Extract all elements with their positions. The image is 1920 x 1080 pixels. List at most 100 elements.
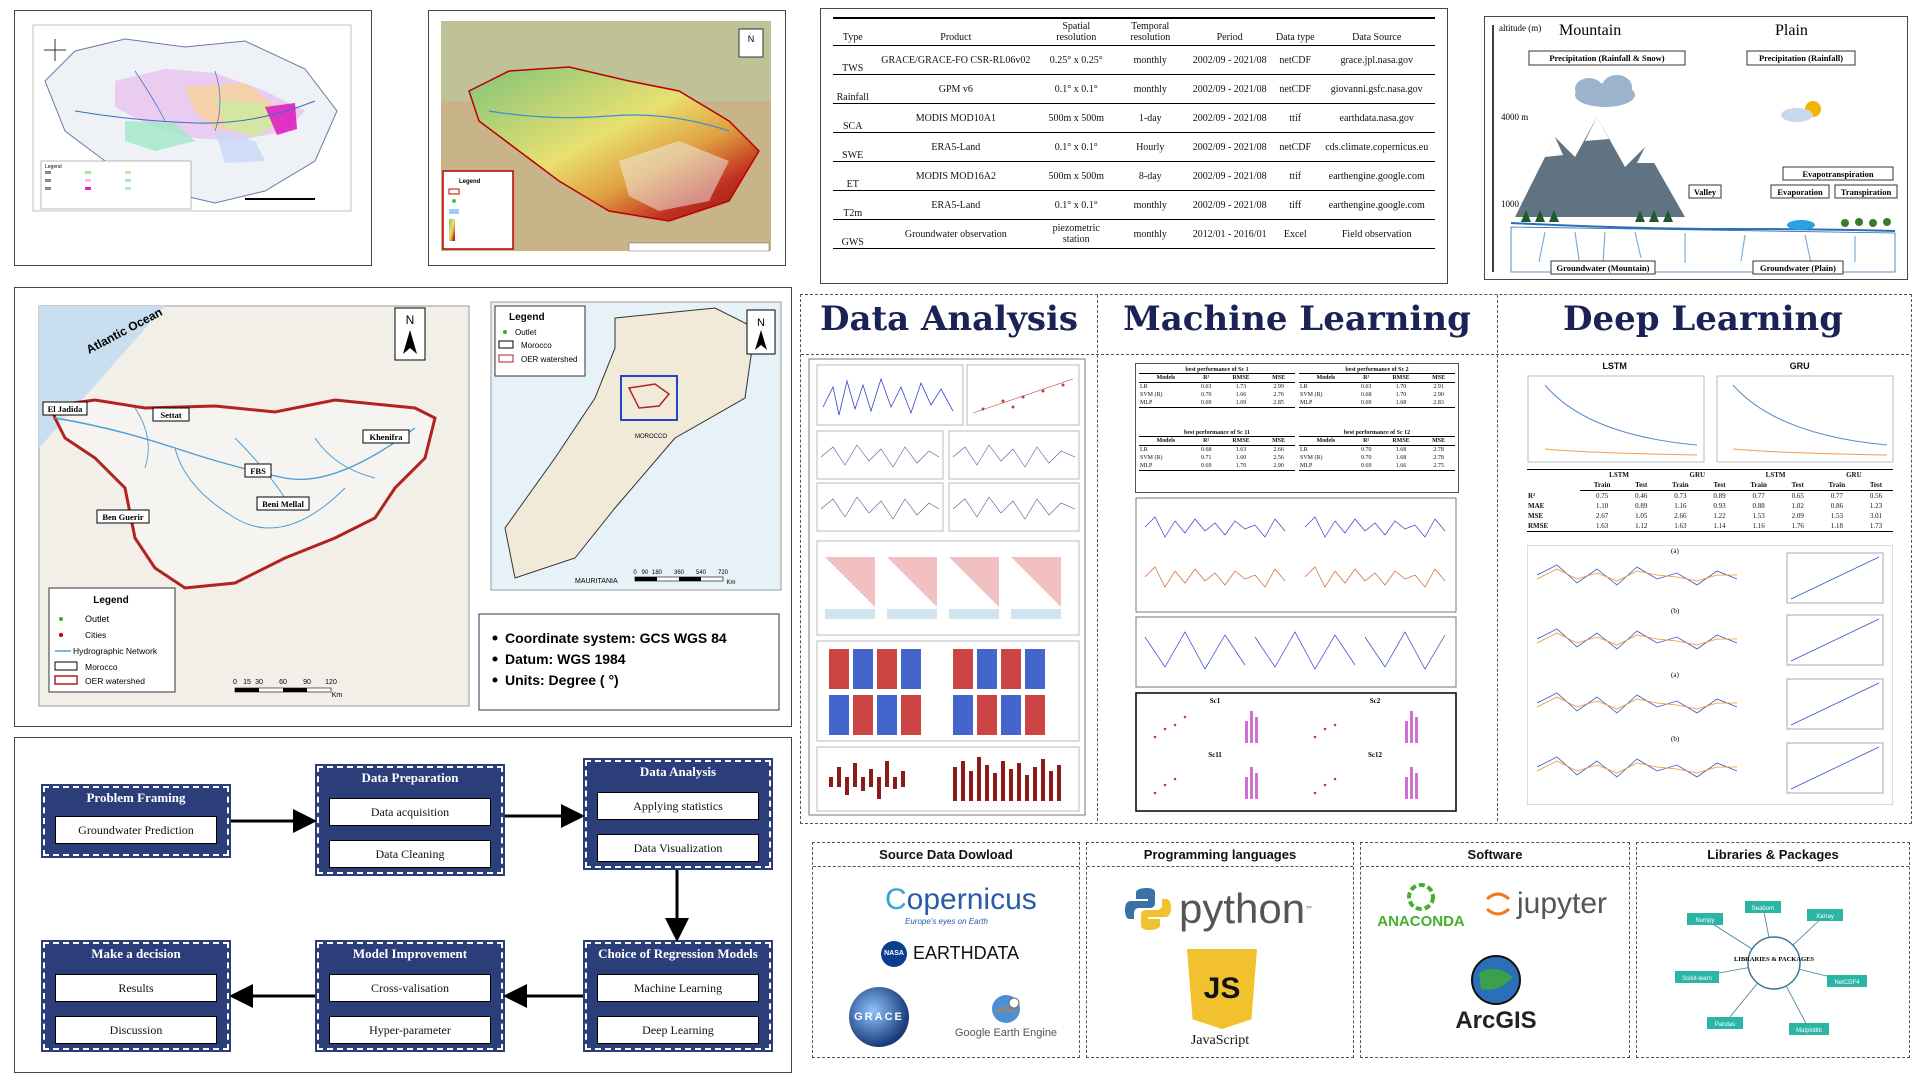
dl-lstm-label: LSTM [1602, 361, 1627, 371]
svg-text:30: 30 [255, 679, 263, 686]
table-cell: ttif [1272, 161, 1319, 191]
python-logo: python ™ [1125, 885, 1313, 933]
table-cell: netCDF [1272, 74, 1319, 104]
python-icon [1125, 888, 1171, 930]
sun-cloud-icon [1781, 101, 1821, 122]
mountain-icon [1515, 117, 1685, 217]
table-cell: 2012/01 - 2016/01 [1187, 219, 1273, 249]
lib-numpy: Numpy [1695, 918, 1714, 924]
ml-table-1: best performance of Sc 1 Models R² RMSE MSE L… [1139, 367, 1295, 426]
altitude-label: altitude (m) [1499, 23, 1541, 33]
col-type: Type [833, 17, 873, 46]
svg-text:(a): (a) [1671, 547, 1679, 555]
col-source: Data Source [1318, 17, 1435, 46]
dl-metrics-table: LSTM GRU LSTM GRU Train Test Train Test Train Tes… [1527, 469, 1893, 532]
basin-landuse-map: Legend [14, 10, 372, 266]
item-applying-statistics: Applying statistics [597, 792, 759, 820]
info-datum: Datum: WGS 1984 [505, 651, 626, 667]
col-spatial: Spatial resolution [1039, 17, 1114, 46]
table-row: SVM (R) 0.71 1.60 2.56 [1140, 455, 1284, 461]
table-row: SVM (R) 0.70 1.68 2.78 [1300, 455, 1444, 461]
table-row: MLP 0.69 1.66 2.75 [1300, 463, 1444, 469]
box-make-decision: Make a decision Results Discussion [43, 942, 229, 1050]
svg-text:Sc11: Sc11 [1208, 751, 1222, 759]
svg-text:Sc1: Sc1 [1210, 697, 1221, 705]
table-cell: 0.25° x 0.25° [1039, 45, 1114, 75]
svg-text:(b): (b) [1671, 607, 1680, 615]
table-row: MLP 0.69 1.69 2.85 [1140, 400, 1284, 406]
table-cell: 1-day [1113, 103, 1188, 133]
anaconda-icon [1407, 883, 1435, 911]
col-temporal: Temporal resolution [1113, 17, 1188, 46]
legend-hydro: Hydrographic Network [73, 646, 158, 656]
table-cell: ERA5-Land [872, 190, 1040, 220]
svg-text:Km: Km [727, 580, 736, 586]
table-row: LR 0.63 1.73 2.99 [1140, 384, 1284, 390]
svg-text:90: 90 [642, 570, 649, 576]
table-cell: 8-day [1113, 161, 1188, 191]
arcgis-logo: ArcGIS [1441, 953, 1551, 1035]
earth-engine-logo: Google Earth Engine [941, 991, 1071, 1039]
info-coordinate-system: Coordinate system: GCS WGS 84 [505, 630, 727, 646]
table-cell: 2002/09 - 2021/08 [1187, 74, 1273, 104]
precip-plain-label: Precipitation (Rainfall) [1759, 53, 1843, 63]
city-fbs: FBS [250, 466, 266, 476]
elevation-map: Legend N [428, 10, 786, 266]
lib-matplotlib: Matplotlib [1796, 1028, 1822, 1034]
table-cell: SWE [833, 132, 873, 162]
lib-xarray: Xarray [1816, 914, 1834, 920]
svg-text:720: 720 [718, 570, 729, 576]
table-cell: Field observation [1318, 219, 1435, 249]
svg-text:180: 180 [652, 570, 663, 576]
city-el-jadida: El Jadida [48, 404, 83, 414]
lib-scikit: Scikit-learn [1682, 976, 1712, 982]
table-cell: ttif [1272, 103, 1319, 133]
mountain-label: Mountain [1559, 22, 1621, 39]
table-row: SVM (R) 0.70 1.66 2.76 [1140, 392, 1284, 398]
legend-watershed: OER watershed [85, 676, 145, 686]
elevation-legend-title: Legend [459, 179, 481, 185]
inset-mauritania-label: MAURITANIA [575, 578, 618, 585]
legend-morocco: Morocco [85, 662, 118, 672]
evapotranspiration-label: Evapotranspiration [1802, 169, 1874, 179]
item-machine-learning: Machine Learning [597, 974, 759, 1002]
item-data-visualization: Data Visualization [597, 834, 759, 862]
tools-software: Software ANACONDA jupyter ArcGIS [1360, 842, 1630, 1058]
north-arrow-icon: N [406, 313, 415, 327]
svg-text:15: 15 [243, 679, 251, 686]
hydrology-diagram: altitude (m) Mountain Plain Precipitatio… [1484, 16, 1908, 280]
table-row: TWS GRACE/GRACE-FO CSR-RL06v02 0.25° x 0.2… [833, 45, 1435, 75]
earthdata-logo: EARTHDATA [913, 943, 1020, 963]
svg-text:120: 120 [325, 679, 337, 686]
dl-prediction-figures: (a) (b) (a) (b) [1527, 545, 1893, 805]
table-cell: earthengine.google.com [1318, 190, 1435, 220]
languages-title: Programming languages [1087, 847, 1353, 867]
grace-logo-icon: GRACE [849, 987, 909, 1047]
svg-text:60: 60 [279, 679, 287, 686]
info-units: Units: Degree ( °) [505, 672, 619, 688]
lib-pandas: Pandas [1715, 1022, 1735, 1028]
item-data-cleaning: Data Cleaning [329, 840, 491, 868]
table-cell: earthdata.nasa.gov [1318, 103, 1435, 133]
city-beni-mellal: Beni Mellal [262, 499, 304, 509]
table-row: MLP 0.69 1.70 2.90 [1140, 463, 1284, 469]
city-khenifra: Khenifra [369, 432, 403, 442]
legend-cities: Cities [85, 630, 106, 640]
city-ben-guerir: Ben Guerir [102, 512, 144, 522]
table-cell: GWS [833, 219, 873, 249]
table-cell: 2002/09 - 2021/08 [1187, 161, 1273, 191]
table-cell: monthly [1113, 45, 1188, 75]
table-cell: 2002/09 - 2021/08 [1187, 45, 1273, 75]
item-results: Results [55, 974, 217, 1002]
svg-text:(b): (b) [1671, 735, 1680, 743]
table-cell: 0.1° x 0.1° [1039, 132, 1114, 162]
table-cell: GRACE/GRACE-FO CSR-RL06v02 [872, 45, 1040, 75]
inset-legend-title: Legend [509, 312, 545, 323]
item-cross-validation: Cross-valisation [329, 974, 491, 1002]
gw-mountain-label: Groundwater (Mountain) [1557, 263, 1650, 273]
copernicus-logo: Copernicus Europe's eyes on Earth [885, 883, 1037, 926]
libraries-diagram: LIBRARIES & PACKAGES Numpy Seaborn Xarra… [1675, 901, 1867, 1035]
table-cell: 500m x 500m [1039, 161, 1114, 191]
software-title: Software [1361, 847, 1629, 867]
table-cell: MODIS MOD10A1 [872, 103, 1040, 133]
